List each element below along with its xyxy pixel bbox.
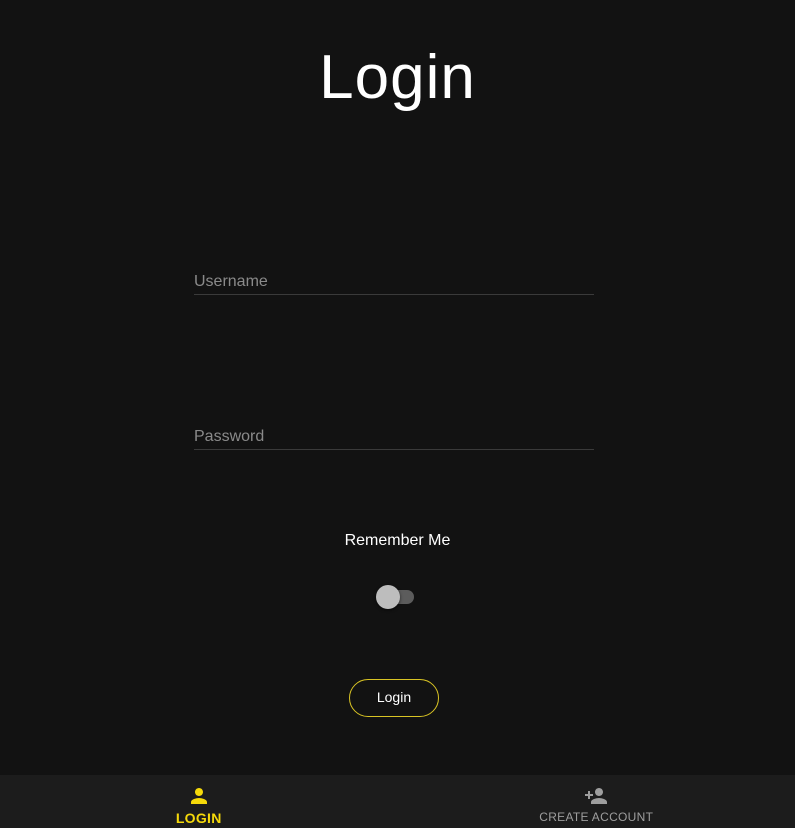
nav-label-create-account: CREATE ACCOUNT	[539, 810, 654, 824]
person-icon	[190, 788, 207, 804]
page-title: Login	[319, 43, 476, 112]
nav-item-create-account[interactable]: CREATE ACCOUNT	[398, 775, 795, 828]
username-input[interactable]	[194, 270, 594, 294]
remember-me-label: Remember Me	[344, 532, 451, 549]
bottom-navigation: LOGIN CREATE ACCOUNT	[0, 775, 795, 828]
password-field[interactable]	[194, 425, 594, 450]
password-input[interactable]	[194, 425, 594, 449]
person-add-icon	[585, 788, 608, 804]
login-button[interactable]: Login	[349, 679, 439, 717]
remember-me-toggle[interactable]	[376, 585, 414, 609]
username-field[interactable]	[194, 270, 594, 295]
toggle-thumb	[376, 585, 400, 609]
nav-item-login[interactable]: LOGIN	[0, 775, 398, 828]
nav-label-login: LOGIN	[175, 810, 222, 826]
login-screen: Login Remember Me Login LOGIN CREATE ACC…	[0, 0, 795, 828]
